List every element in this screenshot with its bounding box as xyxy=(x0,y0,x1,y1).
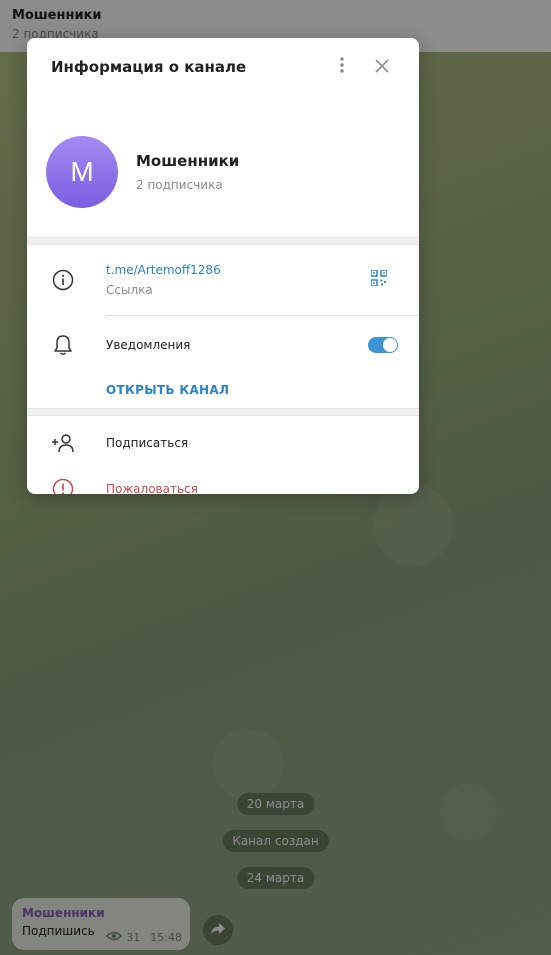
add-user-icon xyxy=(51,431,75,455)
dialog-header: Информация о канале xyxy=(27,38,419,96)
section-divider xyxy=(27,408,419,416)
channel-link-row[interactable]: t.me/Artemoff1286 Ссылка xyxy=(27,245,419,315)
channel-name: Мошенники xyxy=(136,151,240,170)
info-icon xyxy=(51,268,75,292)
more-button[interactable] xyxy=(329,54,355,80)
subscriber-count: 2 подписчика xyxy=(136,177,223,192)
bell-icon xyxy=(51,333,75,357)
report-row[interactable]: Пожаловаться xyxy=(27,466,419,494)
notifications-toggle[interactable] xyxy=(368,337,398,353)
subscribe-row[interactable]: Подписаться xyxy=(27,420,419,466)
more-vertical-icon xyxy=(340,57,344,77)
channel-info-dialog: Информация о канале M Мошенники 2 подпис… xyxy=(27,38,419,494)
notifications-label: Уведомления xyxy=(106,338,191,352)
link-label: Ссылка xyxy=(106,283,153,297)
notifications-row[interactable]: Уведомления xyxy=(27,316,419,374)
avatar: M xyxy=(46,135,118,208)
section-divider xyxy=(27,237,419,245)
report-label: Пожаловаться xyxy=(106,482,198,494)
close-icon xyxy=(375,58,389,77)
link-text: t.me/Artemoff1286 Ссылка xyxy=(106,263,221,297)
dialog-title: Информация о канале xyxy=(51,58,247,76)
channel-profile: M Мошенники 2 подписчика xyxy=(27,92,419,237)
qr-code-icon[interactable] xyxy=(370,269,388,290)
close-button[interactable] xyxy=(369,54,395,80)
profile-info: Мошенники 2 подписчика xyxy=(136,152,239,192)
channel-link[interactable]: t.me/Artemoff1286 xyxy=(106,263,221,277)
subscribe-label: Подписаться xyxy=(106,436,189,450)
open-channel-button[interactable]: ОТКРЫТЬ КАНАЛ xyxy=(27,374,419,408)
report-icon xyxy=(51,477,75,494)
